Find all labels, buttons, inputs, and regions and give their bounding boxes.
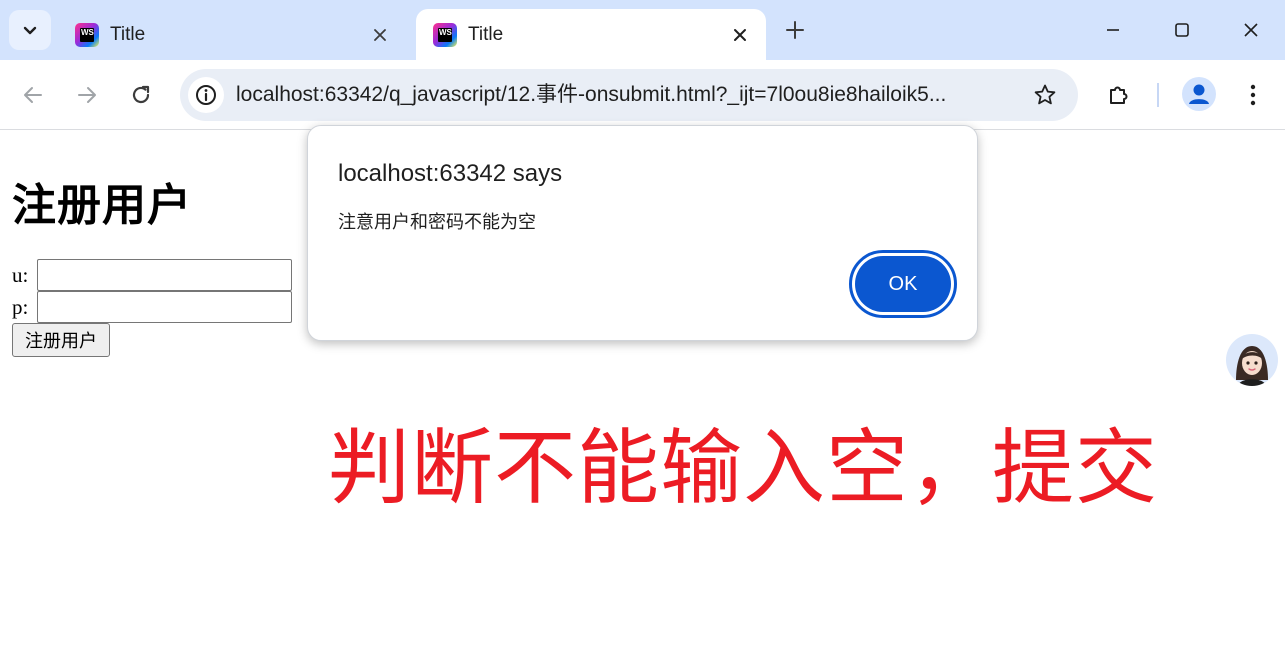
assistant-avatar[interactable] <box>1226 334 1278 386</box>
puzzle-icon <box>1110 86 1128 104</box>
plus-icon <box>786 21 804 39</box>
maximize-icon <box>1175 23 1189 37</box>
close-icon[interactable] <box>728 23 752 47</box>
page-heading: 注册用户 <box>12 180 192 231</box>
tab-strip: WS Title WS Title <box>0 0 1285 60</box>
menu-button[interactable] <box>1235 77 1271 113</box>
person-icon <box>1189 84 1209 104</box>
reload-icon <box>132 85 150 104</box>
toolbar-divider <box>1157 83 1159 107</box>
new-tab-button[interactable] <box>781 16 809 44</box>
dialog-message: 注意用户和密码不能为空 <box>338 212 536 233</box>
register-button[interactable]: 注册用户 <box>12 323 110 357</box>
ok-button[interactable]: OK <box>855 256 951 312</box>
close-icon[interactable] <box>368 23 392 47</box>
alert-dialog: localhost:63342 says 注意用户和密码不能为空 OK <box>307 125 978 341</box>
username-input[interactable] <box>37 259 292 291</box>
profile-button[interactable] <box>1182 77 1216 111</box>
tab-search-button[interactable] <box>9 10 51 50</box>
close-window-button[interactable] <box>1236 15 1266 45</box>
url-text[interactable]: localhost:63342/q_javascript/12.事件-onsub… <box>236 81 1016 109</box>
more-vert-icon <box>1250 84 1256 106</box>
password-input[interactable] <box>37 291 292 323</box>
close-icon <box>1244 23 1258 37</box>
username-row: u: <box>12 259 292 291</box>
webstorm-icon: WS <box>433 22 457 47</box>
password-row: p: <box>12 291 292 323</box>
tab-title: Title <box>110 23 146 45</box>
browser-toolbar: localhost:63342/q_javascript/12.事件-onsub… <box>0 60 1285 130</box>
minimize-icon <box>1107 29 1119 31</box>
reload-button[interactable] <box>123 77 159 113</box>
info-icon <box>196 85 216 105</box>
webstorm-icon: WS <box>75 22 99 47</box>
bookmark-button[interactable] <box>1032 82 1058 108</box>
back-button[interactable] <box>15 77 51 113</box>
password-label: p: <box>12 294 29 319</box>
minimize-button[interactable] <box>1098 15 1128 45</box>
address-bar[interactable]: localhost:63342/q_javascript/12.事件-onsub… <box>180 69 1078 121</box>
tab-inactive[interactable]: WS Title <box>58 9 406 60</box>
annotation-text: 判断不能输入空，提交 <box>328 421 1159 516</box>
site-info-button[interactable] <box>188 77 224 113</box>
arrow-left-icon <box>24 87 42 103</box>
tab-active[interactable]: WS Title <box>416 9 766 60</box>
tab-title: Title <box>468 23 504 45</box>
maximize-button[interactable] <box>1167 15 1197 45</box>
extensions-button[interactable] <box>1101 77 1137 113</box>
ok-focus-ring: OK <box>849 250 957 318</box>
forward-button[interactable] <box>69 77 105 113</box>
star-icon <box>1034 84 1056 105</box>
arrow-right-icon <box>78 87 96 103</box>
dialog-title: localhost:63342 says <box>338 160 563 187</box>
username-label: u: <box>12 262 29 287</box>
chevron-down-icon <box>23 26 37 35</box>
avatar-icon <box>1236 346 1268 386</box>
